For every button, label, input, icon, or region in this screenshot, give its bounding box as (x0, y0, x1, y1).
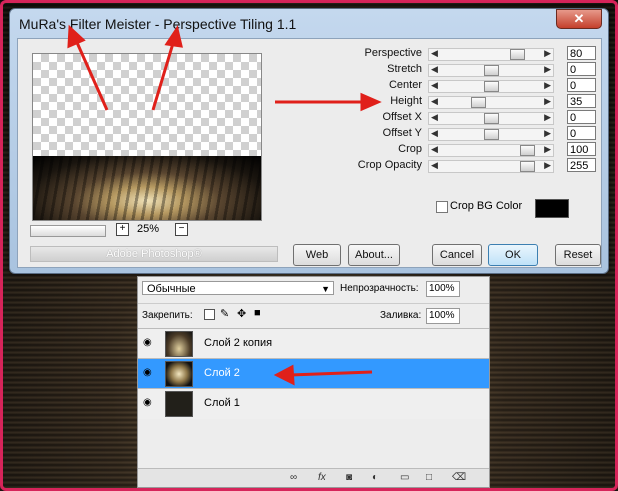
arrow-to-title-1 (73, 37, 109, 111)
arrow-head (67, 24, 86, 49)
arrow-head (164, 25, 183, 48)
arrow-to-layer (289, 370, 373, 377)
annotation-arrows (67, 24, 382, 386)
arrow-to-title-2 (151, 39, 176, 111)
arrow-head (273, 364, 295, 386)
arrow-head (360, 92, 382, 112)
